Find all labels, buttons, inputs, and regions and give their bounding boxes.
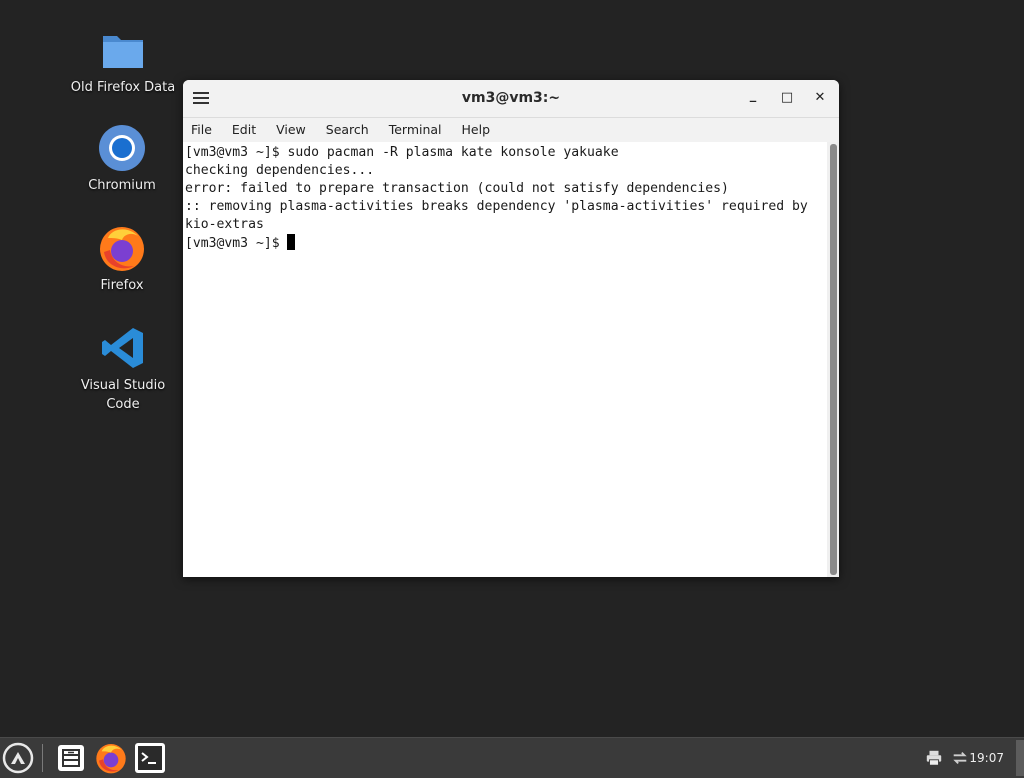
terminal-prompt-line: [vm3@vm3 ~]$ (185, 234, 827, 253)
window-titlebar[interactable]: vm3@vm3:~ _ □ ✕ (183, 80, 839, 118)
terminal-window[interactable]: vm3@vm3:~ _ □ ✕ File Edit View Search Te… (183, 80, 839, 577)
network-icon[interactable] (951, 749, 969, 767)
terminal-icon[interactable] (134, 742, 166, 774)
vscode-icon (102, 328, 143, 368)
menu-search[interactable]: Search (318, 118, 377, 142)
menu-help[interactable]: Help (454, 118, 499, 142)
taskbar-clock[interactable]: 19:07 (969, 738, 1004, 778)
terminal-output[interactable]: [vm3@vm3 ~]$ sudo pacman -R plasma kate … (183, 142, 827, 577)
desktop-icon-firefox[interactable]: Firefox (67, 224, 177, 295)
desktop-icon-label: Old Firefox Data (70, 80, 176, 95)
close-button[interactable]: ✕ (810, 88, 830, 108)
terminal-scrollbar[interactable] (827, 142, 839, 577)
desktop-icon-visual-studio-code[interactable]: Visual Studio Code (68, 324, 178, 414)
menu-file[interactable]: File (183, 118, 220, 142)
desktop-icon-label-line1: Visual Studio (80, 378, 166, 393)
taskbar-separator (42, 744, 43, 772)
minimize-button[interactable]: _ (743, 86, 763, 106)
firefox-icon (100, 227, 144, 271)
desktop-icon-old-firefox-data[interactable]: Old Firefox Data (68, 26, 178, 97)
text-cursor (287, 234, 296, 250)
desktop-icon-label: Chromium (88, 178, 156, 193)
terminal-prompt: [vm3@vm3 ~]$ (185, 236, 288, 251)
window-title: vm3@vm3:~ (461, 90, 561, 106)
desktop-icon-chromium[interactable]: Chromium (67, 124, 177, 195)
taskbar: 19:07 (0, 737, 1024, 778)
firefox-icon[interactable] (95, 742, 127, 774)
menu-launcher-icon[interactable] (2, 742, 34, 774)
desktop-icon-label-line2: Code (106, 397, 140, 412)
scrollbar-thumb[interactable] (830, 144, 837, 575)
terminal-line: kio-extras (185, 217, 264, 232)
file-manager-icon[interactable] (55, 742, 87, 774)
folder-icon (103, 36, 143, 68)
terminal-line: checking dependencies... (185, 163, 375, 178)
terminal-line: :: removing plasma-activities breaks dep… (185, 199, 808, 214)
desktop-icon-label: Firefox (100, 278, 144, 293)
terminal-line: error: failed to prepare transaction (co… (185, 181, 729, 196)
menu-view[interactable]: View (268, 118, 314, 142)
chromium-icon (99, 125, 145, 171)
menu-edit[interactable]: Edit (224, 118, 264, 142)
terminal-line: [vm3@vm3 ~]$ sudo pacman -R plasma kate … (185, 145, 619, 160)
menubar: File Edit View Search Terminal Help (183, 118, 839, 142)
show-desktop-button[interactable] (1016, 740, 1024, 776)
maximize-button[interactable]: □ (777, 88, 797, 108)
printer-icon[interactable] (925, 749, 943, 767)
menu-terminal[interactable]: Terminal (381, 118, 450, 142)
